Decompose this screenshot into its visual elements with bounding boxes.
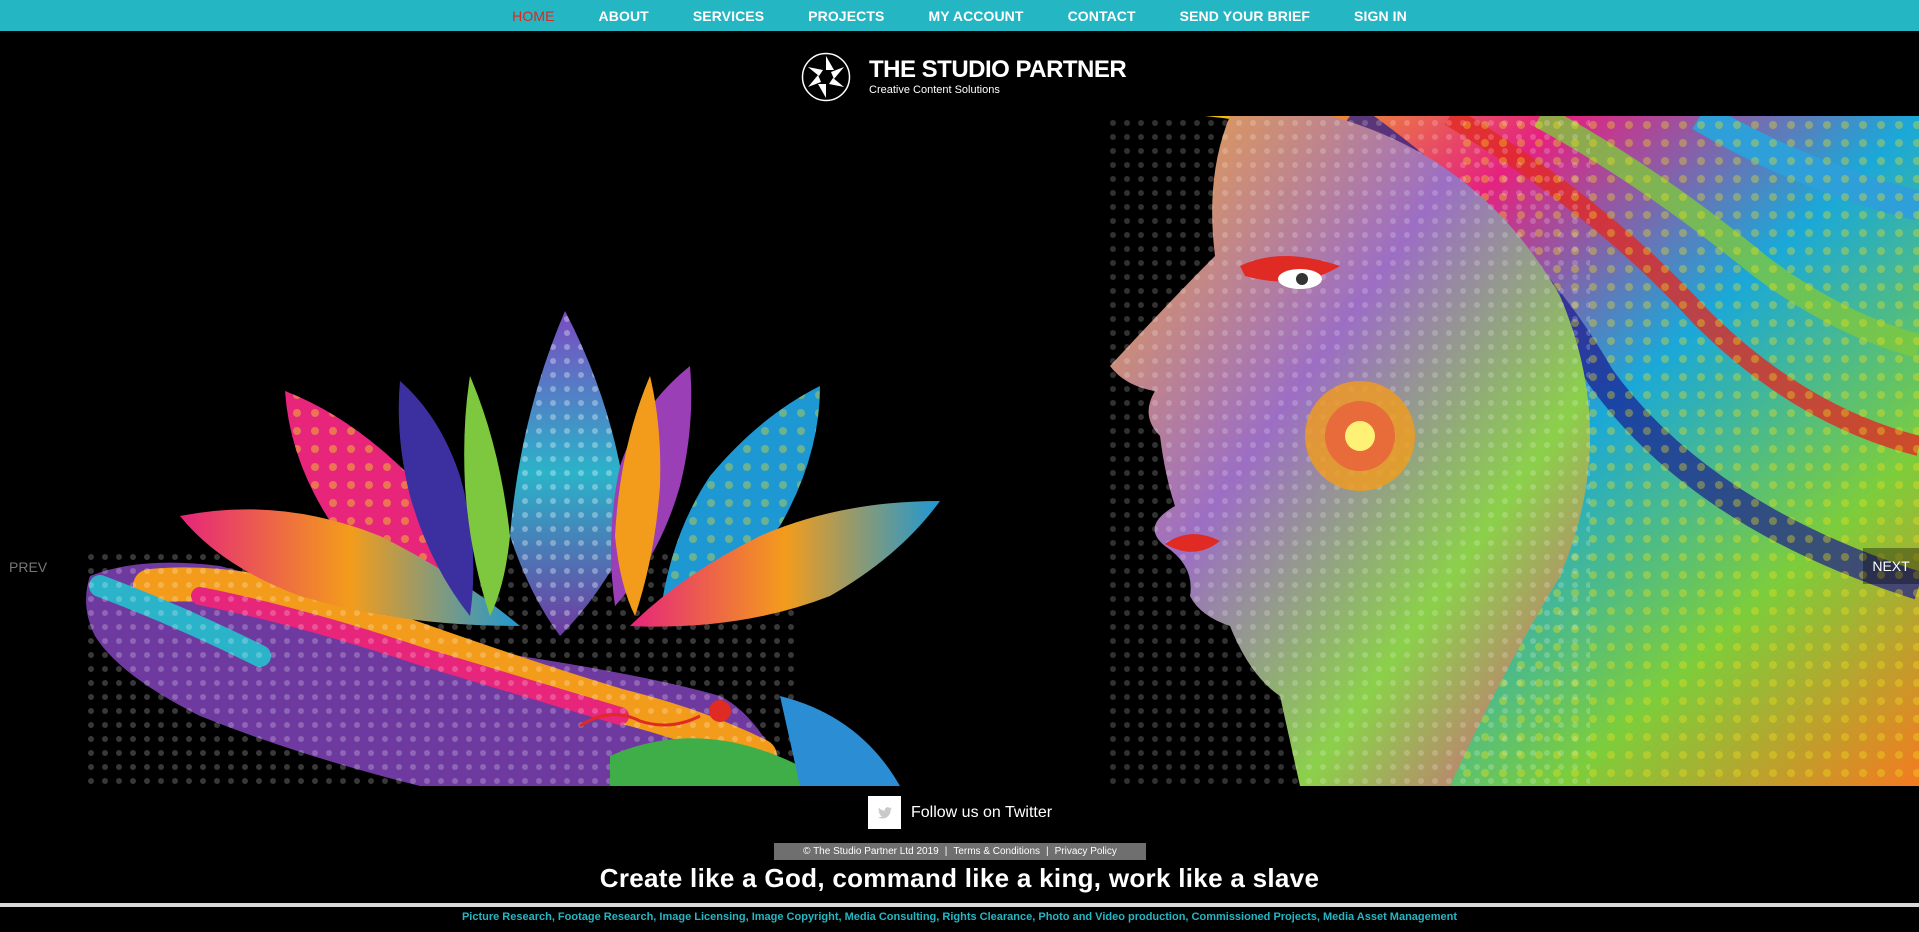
next-slide-button[interactable]: NEXT <box>1863 548 1919 584</box>
brand-logo[interactable]: THE STUDIO PARTNER Creative Content Solu… <box>801 52 1127 102</box>
services-list: Picture Research, Footage Research, Imag… <box>461 911 1458 923</box>
brand-title: THE STUDIO PARTNER <box>869 56 1127 83</box>
slogan-heading: Create like a God, command like a king, … <box>599 863 1320 893</box>
twitter-icon <box>868 796 901 829</box>
legal-bar: © The Studio Partner Ltd 2019 | Terms & … <box>774 843 1146 860</box>
legal-separator: | <box>1046 846 1049 857</box>
top-nav: HOME ABOUT SERVICES PROJECTS MY ACCOUNT … <box>0 0 1919 31</box>
nav-contact[interactable]: CONTACT <box>1046 8 1158 24</box>
twitter-follow-label: Follow us on Twitter <box>911 803 1053 821</box>
privacy-link[interactable]: Privacy Policy <box>1055 846 1117 857</box>
hero-artwork <box>80 116 1919 786</box>
footer-divider <box>0 903 1919 907</box>
nav-services[interactable]: SERVICES <box>671 8 786 24</box>
nav-my-account[interactable]: MY ACCOUNT <box>906 8 1045 24</box>
aperture-icon <box>801 52 851 102</box>
nav-send-your-brief[interactable]: SEND YOUR BRIEF <box>1158 8 1332 24</box>
nav-home[interactable]: HOME <box>490 8 576 24</box>
brand-subtitle: Creative Content Solutions <box>869 84 1000 96</box>
nav-about[interactable]: ABOUT <box>577 8 671 24</box>
terms-link[interactable]: Terms & Conditions <box>953 846 1040 857</box>
nav-sign-in[interactable]: SIGN IN <box>1332 8 1429 24</box>
legal-separator: | <box>944 846 948 857</box>
prev-slide-button[interactable]: PREV <box>9 559 47 575</box>
twitter-follow-link[interactable]: Follow us on Twitter <box>868 796 1052 829</box>
copyright-text: © The Studio Partner Ltd 2019 <box>803 846 939 857</box>
nav-projects[interactable]: PROJECTS <box>786 8 906 24</box>
hero-slider: PREV NEXT <box>0 116 1919 786</box>
